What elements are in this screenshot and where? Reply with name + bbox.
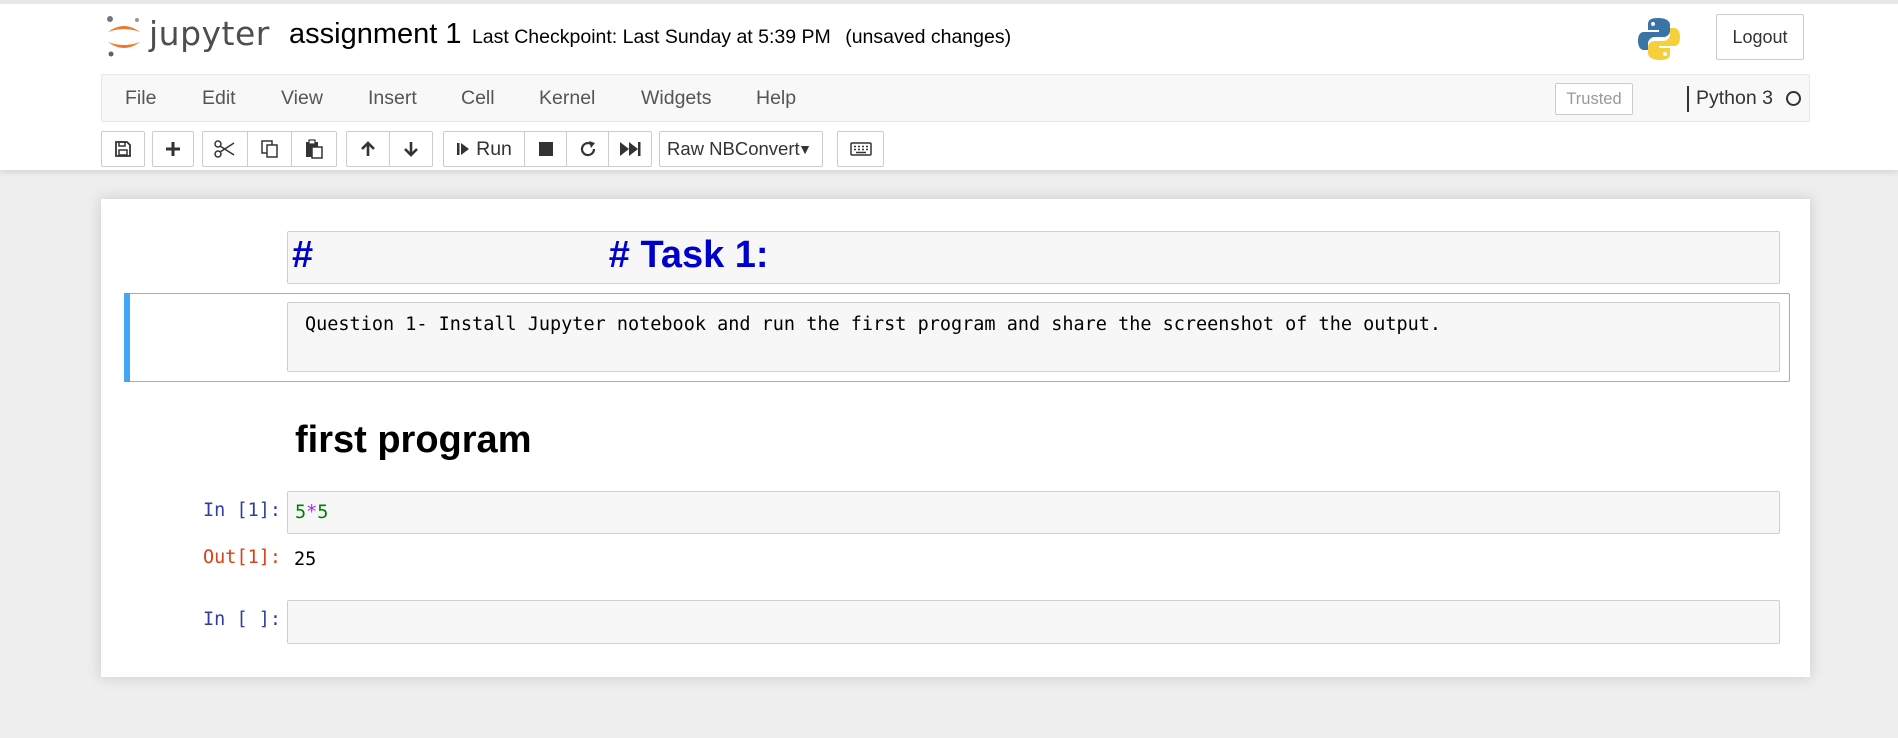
raw-cell-editor[interactable]: Question 1- Install Jupyter notebook and… <box>287 302 1780 372</box>
autosave-status: (unsaved changes) <box>845 26 1012 48</box>
stop-icon <box>538 142 553 156</box>
code-cell-1-editor[interactable]: 5*5 <box>287 491 1780 534</box>
code-cell-1-text: 5*5 <box>295 502 328 523</box>
code-number: 5 <box>295 502 307 523</box>
refresh-icon <box>580 141 595 157</box>
step-forward-icon <box>457 143 470 155</box>
menu-file[interactable]: File <box>125 75 156 121</box>
python-logo-icon <box>1638 18 1680 60</box>
menu-kernel[interactable]: Kernel <box>539 75 595 121</box>
input-prompt-empty: In [ ]: <box>203 609 281 630</box>
input-prompt-1: In [1]: <box>203 500 281 521</box>
restart-run-all-button[interactable] <box>608 131 652 167</box>
run-label: Run <box>476 137 512 160</box>
run-button[interactable]: Run <box>443 131 525 167</box>
paste-button[interactable] <box>291 131 337 167</box>
cut-button[interactable] <box>202 131 248 167</box>
code-operator: * <box>306 502 318 523</box>
restart-kernel-button[interactable] <box>566 131 609 167</box>
copy-icon <box>260 140 278 158</box>
menu-insert[interactable]: Insert <box>368 75 417 121</box>
notebook-header: jupyter assignment 1 Last Checkpoint: La… <box>0 0 1898 170</box>
scissors-icon <box>214 140 235 158</box>
caret-down-icon: ▼ <box>798 141 812 157</box>
markdown-cell-text: # # Task 1: <box>292 234 769 276</box>
fast-forward-icon <box>620 142 641 156</box>
checkpoint-status: Last Checkpoint: Last Sunday at 5:39 PM <box>471 26 831 48</box>
markdown-heading-first-program[interactable]: first program <box>295 419 531 462</box>
menu-edit[interactable]: Edit <box>202 75 236 121</box>
save-button[interactable] <box>101 131 145 167</box>
save-icon <box>115 141 131 157</box>
cell-type-select[interactable]: Raw NBConvert ▼ <box>659 131 823 167</box>
menu-cell[interactable]: Cell <box>461 75 495 121</box>
menu-view[interactable]: View <box>281 75 323 121</box>
output-prompt-1: Out[1]: <box>203 547 281 568</box>
paste-icon <box>306 139 323 159</box>
selected-raw-cell[interactable]: Question 1- Install Jupyter notebook and… <box>124 293 1790 382</box>
move-up-button[interactable] <box>346 131 390 167</box>
kernel-name: Python 3 <box>1696 87 1773 109</box>
command-palette-button[interactable] <box>837 131 884 167</box>
interrupt-kernel-button[interactable] <box>524 131 567 167</box>
move-down-button[interactable] <box>389 131 433 167</box>
code-cell-2-editor[interactable] <box>287 600 1780 644</box>
selected-cell-indicator <box>124 293 130 382</box>
kernel-idle-indicator-icon <box>1786 91 1801 106</box>
code-number: 5 <box>317 502 329 523</box>
code-cell-1-output: 25 <box>294 549 317 570</box>
markdown-cell-task-1[interactable]: # # Task 1: <box>287 231 1780 284</box>
jupyter-logo[interactable]: jupyter <box>105 14 273 60</box>
jupyter-wordmark: jupyter <box>149 14 270 53</box>
jupyter-logo-icon <box>107 16 140 57</box>
menu-widgets[interactable]: Widgets <box>641 75 711 121</box>
menubar: File Edit View Insert Cell Kernel Widget… <box>101 74 1810 122</box>
kernel-separator <box>1687 86 1689 112</box>
raw-cell-text: Question 1- Install Jupyter notebook and… <box>305 314 1442 335</box>
cell-type-value: Raw NBConvert <box>667 138 800 159</box>
notebook-name[interactable]: assignment 1 <box>289 18 462 50</box>
notebook-title-area: assignment 1 Last Checkpoint: Last Sunda… <box>289 18 1011 51</box>
arrow-up-icon <box>361 141 375 156</box>
notebook-container: # # Task 1: Question 1- Install Jupyter … <box>101 199 1810 677</box>
plus-icon <box>166 142 180 156</box>
copy-button[interactable] <box>247 131 292 167</box>
keyboard-icon <box>849 142 872 156</box>
logout-button[interactable]: Logout <box>1716 14 1804 60</box>
arrow-down-icon <box>404 142 418 157</box>
menu-help[interactable]: Help <box>756 75 796 121</box>
trusted-badge[interactable]: Trusted <box>1555 83 1633 115</box>
insert-cell-button[interactable] <box>152 131 194 167</box>
